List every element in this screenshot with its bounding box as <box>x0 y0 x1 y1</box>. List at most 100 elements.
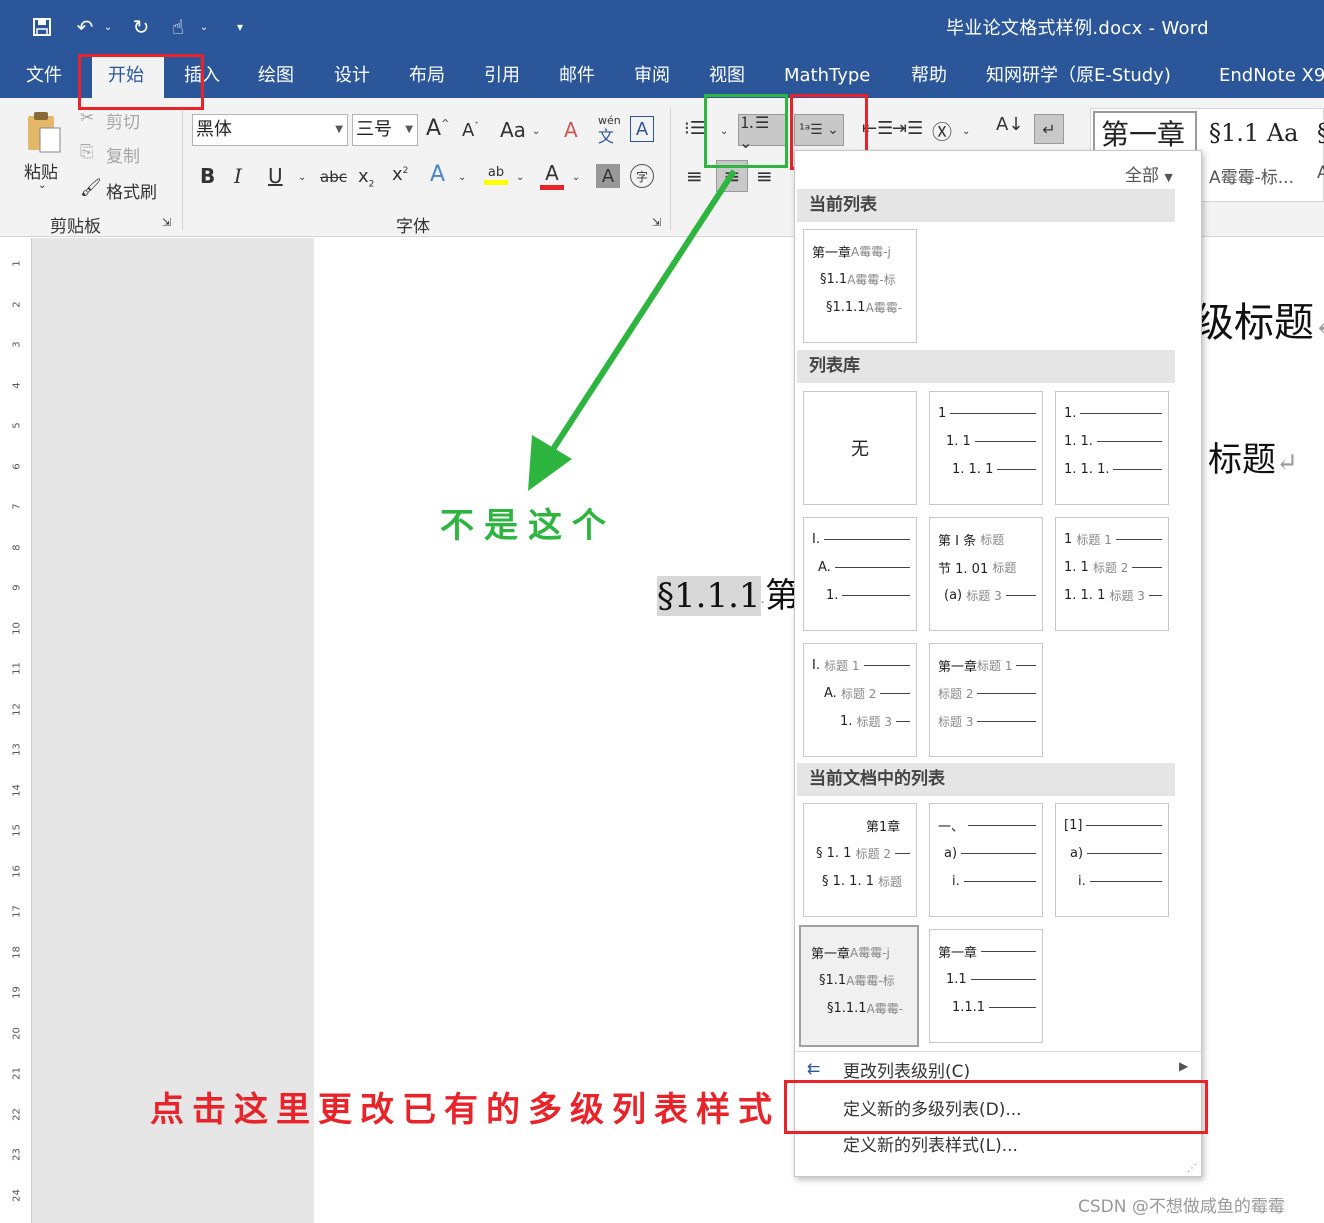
copy-button[interactable]: 复制 <box>106 142 140 167</box>
selected-number-text: §1.1.1 <box>657 576 761 616</box>
list-tile-doc-selected[interactable]: 第一章 A霉霉-j §1.1 A霉霉-标 §1.1.1 A霉霉- <box>799 925 919 1047</box>
phonetic-guide-icon[interactable]: wén 文 <box>598 114 621 147</box>
touch-dropdown-icon[interactable]: ⌄ <box>196 10 212 44</box>
tile-line-text: §1.1 <box>819 972 847 988</box>
chinese-layout-icon[interactable]: Ⓧ <box>932 116 952 145</box>
clear-formatting-icon[interactable]: A <box>564 118 578 142</box>
list-tile-none[interactable]: 无 <box>803 391 917 505</box>
sort-icon[interactable]: A↓ <box>996 114 1023 135</box>
menu-define-list-style[interactable]: 定义新的列表样式(L)... <box>843 1131 1018 1156</box>
tile-line-text: [1] <box>1064 817 1083 833</box>
tile-line-sample: 标题 2 <box>855 846 892 861</box>
list-tile-roman-heading[interactable]: I. 标题 1 A. 标题 2 1. 标题 3 <box>803 643 917 757</box>
gallery-filter[interactable]: 全部 ▼ <box>1125 161 1173 186</box>
cut-button[interactable]: 剪切 <box>106 108 140 133</box>
italic-icon[interactable]: I <box>234 164 242 188</box>
list-tile-doc-bracket[interactable]: [1] a) i. <box>1055 803 1169 917</box>
tile-line-text: A. <box>818 559 831 575</box>
tile-line-text: 第一章 <box>938 945 978 961</box>
tab-design[interactable]: 设计 <box>334 55 370 98</box>
format-painter-icon[interactable]: 🖌 <box>80 178 102 198</box>
document-title: 毕业论文格式样例.docx - Word <box>946 18 1209 39</box>
increase-indent-icon[interactable]: ⇥☰ <box>892 118 923 139</box>
paste-dropdown-icon[interactable]: ⌄ <box>38 180 46 191</box>
list-tile-heading-numeric[interactable]: 1 标题 1 1. 1 标题 2 1. 1. 1 标题 3 <box>1055 517 1169 631</box>
tab-endnote[interactable]: EndNote X9 <box>1219 55 1324 98</box>
shrink-font-icon[interactable]: Aˇ <box>462 120 479 141</box>
tab-draw[interactable]: 绘图 <box>258 55 294 98</box>
tile-line-sample: 标题 <box>980 532 1005 547</box>
tab-mathtype[interactable]: MathType <box>784 55 870 98</box>
tab-help[interactable]: 帮助 <box>911 55 947 98</box>
redo-icon[interactable]: ↻ <box>126 10 156 44</box>
tile-line-sample: 标题 1 <box>977 658 1013 673</box>
format-painter-button[interactable]: 格式刷 <box>106 178 157 203</box>
chevron-down-icon[interactable]: ⌄ <box>458 172 466 183</box>
ruler-number: 23 <box>11 1148 23 1161</box>
tile-line-sample: A霉霉- <box>865 300 903 315</box>
customize-qat-icon[interactable]: ▾ <box>230 10 250 44</box>
grow-font-icon[interactable]: A^ <box>426 116 449 141</box>
tile-line-text: 1. 1. 1 <box>952 461 994 477</box>
annotation-green-arrow <box>528 169 737 491</box>
tab-review[interactable]: 审阅 <box>634 55 670 98</box>
subscript-icon[interactable]: x2 <box>358 166 374 190</box>
list-tile-roman[interactable]: I. A. 1. <box>803 517 917 631</box>
undo-icon[interactable]: ↶ <box>70 10 100 44</box>
font-name-value: 黑体 <box>196 119 232 140</box>
annotation-red-note: 点击这里更改已有的多级列表样式 <box>150 1090 780 1130</box>
show-paragraph-marks-icon[interactable]: ↵ <box>1034 114 1064 144</box>
tab-references[interactable]: 引用 <box>484 55 520 98</box>
tile-line-text: 1. <box>826 587 839 603</box>
clipboard-launcher-icon[interactable]: ⇲ <box>162 216 171 229</box>
tab-file[interactable]: 文件 <box>26 55 62 98</box>
bullets-icon[interactable]: ⁝☰ <box>684 118 706 139</box>
superscript-icon[interactable]: x2 <box>392 164 408 185</box>
group-label-font: 字体 <box>396 217 430 237</box>
list-tile-current[interactable]: 第一章 A霉霉-j §1.1 A霉霉-标 §1.1.1 A霉霉- <box>803 229 917 343</box>
cut-icon[interactable]: ✂ <box>80 108 94 128</box>
font-name-combo[interactable]: 黑体 ▼ <box>192 114 348 146</box>
list-tile-doc-chapter[interactable]: 第1章 § 1. 1 标题 2 § 1. 1. 1 标题 <box>803 803 917 917</box>
tile-line-text: 1.1.1 <box>952 999 986 1015</box>
tab-cnki[interactable]: 知网研学（原E-Study) <box>986 55 1171 98</box>
tile-line-text: 一、 <box>938 819 965 835</box>
list-tile-numeric-dot[interactable]: 1. 1. 1. 1. 1. 1. <box>1055 391 1169 505</box>
tab-view[interactable]: 视图 <box>709 55 745 98</box>
strikethrough-icon[interactable]: abc <box>320 168 347 186</box>
underline-icon[interactable]: U <box>268 164 283 188</box>
paste-icon[interactable] <box>22 110 66 154</box>
tab-mailings[interactable]: 邮件 <box>559 55 595 98</box>
save-icon[interactable] <box>28 10 56 44</box>
chevron-down-icon: ▼ <box>335 124 343 135</box>
resize-grip-icon[interactable]: ⋰ <box>1187 1163 1197 1174</box>
list-tile-doc-chinese[interactable]: 一、 a) i. <box>929 803 1043 917</box>
section-document-lists: 当前文档中的列表 <box>797 763 1175 796</box>
tile-line-text: §1.1.1 <box>827 1000 867 1016</box>
tile-line-text: 第一章 <box>938 659 978 675</box>
copy-icon[interactable]: ⎘ <box>80 142 94 162</box>
menu-change-list-level[interactable]: 更改列表级别(C) <box>843 1057 970 1082</box>
character-border-icon[interactable]: A <box>630 116 654 142</box>
chevron-down-icon[interactable]: ⌄ <box>298 172 306 183</box>
list-tile-chapter[interactable]: 第一章 标题 1 标题 2 标题 3 <box>929 643 1043 757</box>
style-item-section[interactable]: §1.1 Aa <box>1209 119 1298 147</box>
bold-icon[interactable]: B <box>200 164 215 188</box>
chevron-down-icon[interactable]: ⌄ <box>532 126 540 137</box>
tab-layout[interactable]: 布局 <box>409 55 445 98</box>
tile-line-text: 1. 1. 1. <box>1064 461 1110 477</box>
chevron-down-icon[interactable]: ⌄ <box>962 126 970 137</box>
list-tile-numeric[interactable]: 1 1. 1 1. 1. 1 <box>929 391 1043 505</box>
list-tile-article[interactable]: 第 I 条 标题 节 1. 01 标题 (a) 标题 3 <box>929 517 1043 631</box>
touch-mode-icon[interactable]: ☝ <box>164 10 192 44</box>
highlight-icon[interactable]: ab <box>482 160 510 190</box>
list-tile-doc-chapter2[interactable]: 第一章 1.1 1.1.1 <box>929 929 1043 1043</box>
change-case-button[interactable]: Aa <box>500 118 526 142</box>
text-effects-icon[interactable]: A <box>430 162 445 187</box>
font-size-combo[interactable]: 三号 ▼ <box>352 114 418 146</box>
style-item-subsection[interactable]: § <box>1317 119 1324 147</box>
selected-heading-number[interactable]: §1.1.1·第 <box>657 568 799 617</box>
ruler-number: 17 <box>11 905 23 918</box>
tile-line-sample: A霉霉-j <box>851 244 891 259</box>
undo-dropdown-icon[interactable]: ⌄ <box>100 10 116 44</box>
